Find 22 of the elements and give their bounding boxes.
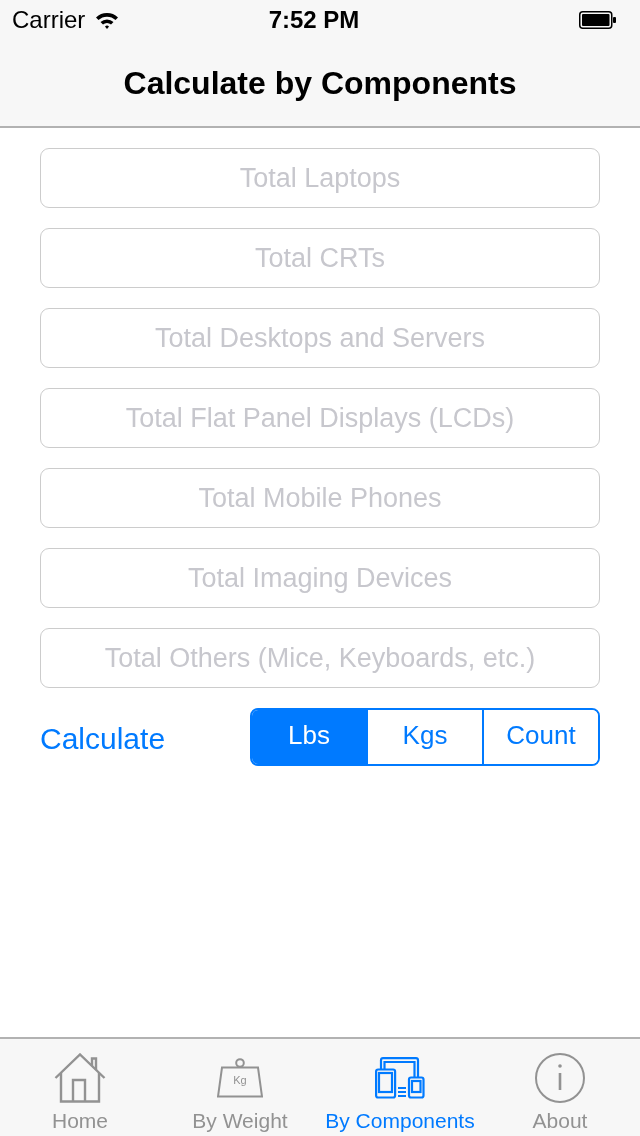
devices-icon [375,1057,425,1099]
carrier-text: Carrier [12,6,86,34]
count-input-field[interactable]: Total Mobile Phones [40,468,600,528]
status-time: 7:52 PM [268,6,360,34]
wifi-icon [95,11,120,29]
count-input-field[interactable]: Total Others (Mice, Keyboards, etc.) [40,628,600,688]
tab-bar-item[interactable]: Home [0,1039,160,1136]
unit-segment[interactable]: Lbs [252,710,366,764]
tab-bar-item[interactable]: About [480,1039,640,1136]
unit-segment[interactable]: Count [482,710,598,764]
info-icon [535,1053,585,1103]
battery-icon [579,11,616,29]
count-input-field[interactable]: Total Imaging Devices [40,548,600,608]
calculate-button[interactable]: Calculate [40,722,166,756]
house-icon [54,1053,106,1103]
count-input-field[interactable]: Total Desktops and Servers [40,308,600,368]
tab-bar-item[interactable]: Kg By Weight [160,1039,320,1136]
tab-bar-item[interactable]: By Components [320,1039,480,1136]
count-input-field[interactable]: Total Laptops [40,148,600,208]
count-input-field[interactable]: Total Flat Panel Displays (LCDs) [40,388,600,448]
count-input-field[interactable]: Total CRTs [40,228,600,288]
nav-title: Calculate by Components [123,64,517,102]
